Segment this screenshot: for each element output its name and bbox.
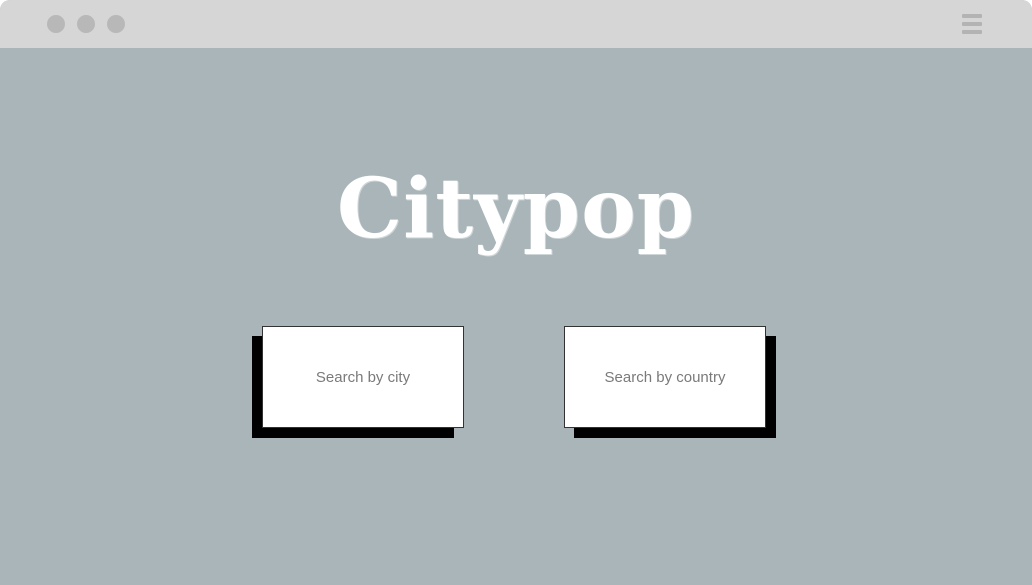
menu-bar — [962, 22, 982, 26]
search-by-country-label: Search by country — [604, 368, 726, 386]
app-logo: Citypop — [336, 161, 696, 257]
search-by-city-button[interactable]: Search by city — [262, 326, 464, 428]
menu-bar — [962, 14, 982, 18]
browser-window: Citypop Search by city Search by country — [0, 0, 1032, 585]
window-close-dot[interactable] — [47, 15, 65, 33]
window-minimize-dot[interactable] — [77, 15, 95, 33]
menu-bar — [962, 30, 982, 34]
window-titlebar — [0, 0, 1032, 48]
window-maximize-dot[interactable] — [107, 15, 125, 33]
search-by-city-label: Search by city — [315, 368, 411, 386]
hamburger-menu-icon[interactable] — [962, 14, 982, 36]
search-by-country-button[interactable]: Search by country — [564, 326, 766, 428]
